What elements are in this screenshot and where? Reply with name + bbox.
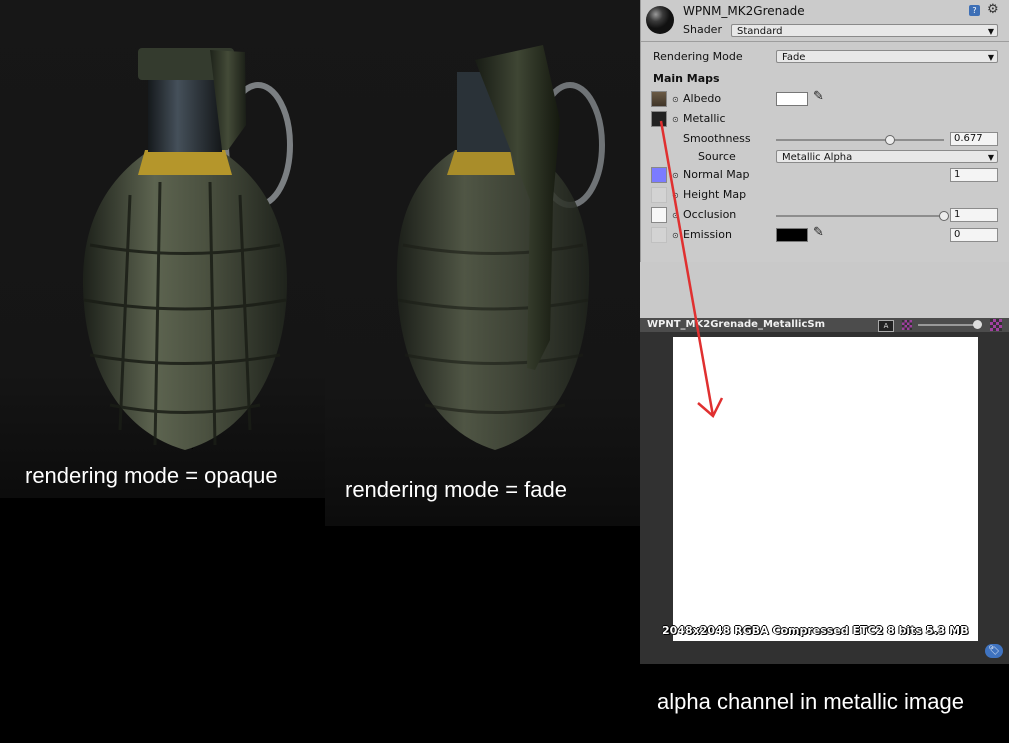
chevron-down-icon: ▼ [987, 53, 994, 62]
occlusion-value-field[interactable]: 1 [950, 208, 998, 222]
target-icon[interactable]: ⊙ [672, 231, 679, 240]
texture-info: 2048x2048 RGBA Compressed ETC2 8 bits 5.… [662, 624, 969, 637]
grenade-opaque-image [82, 48, 293, 450]
chevron-down-icon: ▼ [987, 153, 994, 162]
render-opaque-panel: rendering mode = opaque [0, 0, 325, 498]
shader-label: Shader [683, 23, 722, 36]
metallic-label: Metallic [683, 112, 726, 125]
albedo-texture-thumb[interactable] [651, 91, 667, 107]
emission-thumb[interactable] [651, 227, 667, 243]
emission-label: Emission [683, 228, 732, 241]
shader-dropdown[interactable]: Standard ▼ [731, 24, 998, 37]
smoothness-slider-knob[interactable] [884, 135, 895, 145]
target-icon[interactable]: ⊙ [672, 171, 679, 180]
occlusion-slider-track[interactable] [776, 215, 944, 217]
eyedropper-icon[interactable]: ✎ [813, 89, 824, 104]
help-icon[interactable]: ? [969, 5, 980, 16]
target-icon[interactable]: ⊙ [672, 115, 679, 124]
source-label: Source [698, 150, 736, 163]
zoom-slider-track[interactable] [918, 324, 980, 326]
divider [641, 41, 1009, 42]
render-fade-panel: rendering mode = fade [325, 0, 640, 526]
target-icon[interactable]: ⊙ [672, 95, 679, 104]
eyedropper-icon[interactable]: ✎ [813, 225, 824, 240]
caption-alpha: alpha channel in metallic image [657, 689, 964, 714]
main-maps-heading: Main Maps [653, 72, 720, 85]
zoom-slider-knob[interactable] [973, 320, 982, 329]
texture-preview-image [673, 337, 978, 641]
preview-title: WPNT_MK2Grenade_MetallicSm [647, 319, 826, 330]
height-map-label: Height Map [683, 188, 747, 201]
grenade-fade-image [396, 45, 605, 450]
material-name: WPNM_MK2Grenade [683, 4, 805, 18]
gear-icon[interactable]: ⚙ [987, 2, 999, 17]
source-dropdown[interactable]: Metallic Alpha ▼ [776, 150, 998, 163]
material-sphere-icon [646, 6, 674, 34]
checker-small-icon[interactable] [902, 320, 912, 330]
preview-toolbar: WPNT_MK2Grenade_MetallicSm A [640, 318, 1009, 332]
material-inspector: WPNM_MK2Grenade ? ⚙ Shader Standard ▼ Re… [640, 0, 1009, 262]
source-value: Metallic Alpha [782, 152, 853, 163]
normal-map-value-field[interactable]: 1 [950, 168, 998, 182]
emission-value-field[interactable]: 0 [950, 228, 998, 242]
albedo-color-swatch[interactable] [776, 92, 808, 106]
target-icon[interactable]: ⊙ [672, 191, 679, 200]
occlusion-thumb[interactable] [651, 207, 667, 223]
albedo-label: Albedo [683, 92, 722, 105]
texture-preview-window: WPNT_MK2Grenade_MetallicSm A 2048x2048 R… [640, 318, 1009, 664]
metallic-texture-thumb[interactable] [651, 111, 667, 127]
normal-map-label: Normal Map [683, 168, 750, 181]
target-icon[interactable]: ⊙ [672, 211, 679, 220]
preview-separator [640, 262, 1009, 318]
tag-icon[interactable]: 🏷 [985, 644, 1003, 658]
caption-fade: rendering mode = fade [345, 477, 567, 502]
height-map-thumb[interactable] [651, 187, 667, 203]
smoothness-slider-track[interactable] [776, 139, 944, 141]
occlusion-label: Occlusion [683, 208, 737, 221]
smoothness-label: Smoothness [683, 132, 751, 145]
alpha-toggle-icon[interactable]: A [878, 320, 894, 332]
rendering-mode-value: Fade [782, 52, 806, 63]
rendering-mode-label: Rendering Mode [653, 50, 743, 63]
normal-map-thumb[interactable] [651, 167, 667, 183]
rendering-mode-dropdown[interactable]: Fade ▼ [776, 50, 998, 63]
caption-opaque: rendering mode = opaque [25, 463, 278, 488]
emission-color-swatch[interactable] [776, 228, 808, 242]
checker-large-icon[interactable] [990, 319, 1002, 331]
occlusion-slider-knob[interactable] [939, 211, 949, 221]
chevron-down-icon: ▼ [987, 27, 994, 36]
smoothness-value-field[interactable]: 0.677 [950, 132, 998, 146]
shader-value: Standard [737, 26, 783, 37]
